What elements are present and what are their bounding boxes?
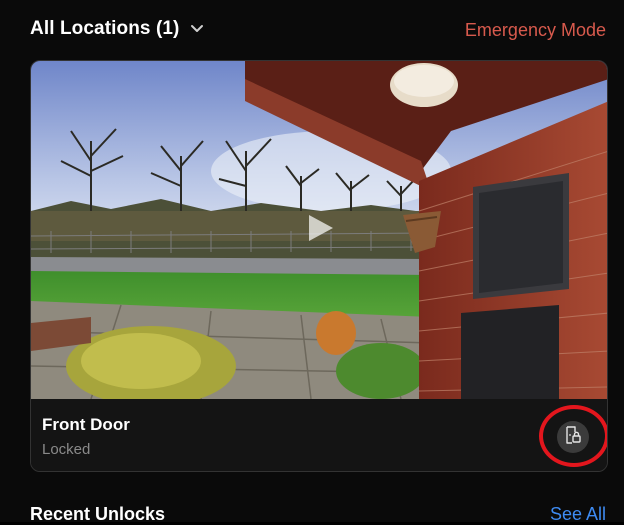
- emergency-mode-link[interactable]: Emergency Mode: [465, 20, 606, 41]
- device-info: Front Door Locked: [31, 399, 607, 471]
- play-icon[interactable]: [307, 213, 335, 243]
- door-lock-icon: [564, 425, 582, 450]
- camera-snapshot[interactable]: [31, 61, 607, 399]
- lock-status: Locked: [42, 441, 91, 458]
- app-screen: All Locations (1) Emergency Mode Front D…: [0, 0, 624, 524]
- chevron-down-icon: [190, 24, 204, 34]
- lock-toggle-button[interactable]: [557, 421, 589, 453]
- device-card[interactable]: Front Door Locked: [30, 60, 608, 472]
- header: All Locations (1) Emergency Mode: [0, 0, 624, 60]
- location-title: All Locations (1): [30, 18, 180, 39]
- device-name: Front Door: [42, 415, 130, 434]
- location-selector[interactable]: All Locations (1): [30, 18, 204, 40]
